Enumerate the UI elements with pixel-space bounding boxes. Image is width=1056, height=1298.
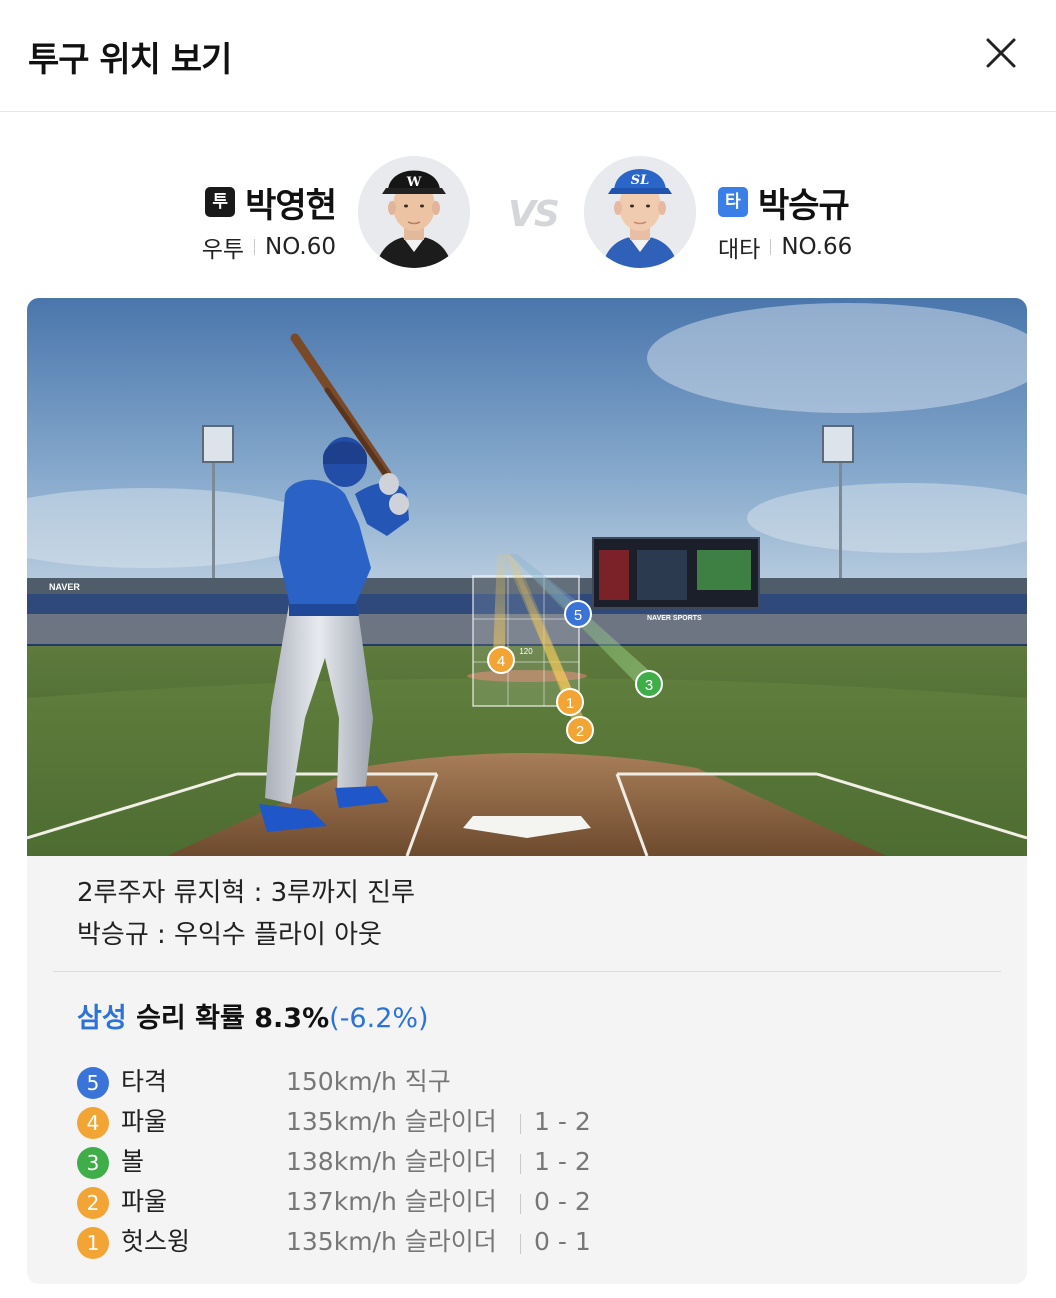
play-description: 2루주자 류지혁 : 3루까지 진루 박승규 : 우익수 플라이 아웃	[77, 872, 415, 956]
win-prob-value: 8.3%	[254, 1003, 330, 1034]
pitch-row[interactable]: 3 볼 138km/h 슬라이더 1 - 2	[77, 1142, 977, 1182]
batter-info: 타 박승규 대타 NO.66	[718, 180, 852, 264]
pitch-result: 파울	[121, 1187, 168, 1216]
pitcher-photo: W	[358, 156, 470, 268]
pitch-number-badge: 5	[77, 1067, 109, 1099]
separator	[520, 1194, 521, 1214]
pitcher-avatar[interactable]: W	[358, 156, 470, 268]
batter-avatar[interactable]: SL	[584, 156, 696, 268]
pitch-location-scene: NAVER NAVER NAVER NAVER NAVER SPORTS 120	[27, 298, 1027, 856]
win-probability: 삼성 승리 확률 8.3%(-6.2%)	[77, 996, 429, 1035]
play-line-runner: 2루주자 류지혁 : 3루까지 진루	[77, 878, 416, 908]
pitch-number-badge: 3	[77, 1147, 109, 1179]
pitcher-cap-logo: W	[406, 175, 422, 190]
pitcher-name[interactable]: 박영현	[245, 178, 337, 227]
modal-header: 투구 위치 보기	[0, 0, 1056, 112]
svg-text:2: 2	[576, 723, 584, 740]
win-prob-team: 삼성	[77, 1003, 127, 1034]
pitcher-number: NO.60	[265, 234, 336, 260]
batter-hand: 대타	[718, 237, 761, 263]
vs-label: VS	[508, 194, 560, 235]
matchup-section: 투 박영현 우투 NO.60 W VS SL 타 박승규 대타 NO.66	[0, 150, 1056, 280]
pitch-speed-type: 137km/h 슬라이더	[286, 1187, 497, 1216]
batter-name[interactable]: 박승규	[758, 178, 850, 227]
pitch-count: 1 - 2	[534, 1147, 591, 1176]
pitch-number-badge: 2	[77, 1187, 109, 1219]
pitch-result: 타격	[121, 1067, 168, 1096]
separator	[520, 1114, 521, 1134]
separator	[254, 239, 256, 255]
batter-photo: SL	[584, 156, 696, 268]
separator	[520, 1234, 521, 1254]
pitch-list: 5 타격 150km/h 직구 4 파울 135km/h 슬라이더 1 - 2 …	[77, 1062, 977, 1262]
close-button[interactable]	[976, 28, 1028, 80]
pitch-speed-type: 150km/h 직구	[286, 1067, 451, 1096]
scoreboard	[592, 537, 760, 609]
ad-board-naver-sports: NAVER SPORTS	[647, 615, 702, 622]
pitch-speed-type: 135km/h 슬라이더	[286, 1227, 497, 1256]
pitch-row[interactable]: 1 헛스윙 135km/h 슬라이더 0 - 1	[77, 1222, 977, 1262]
pitch-marker-4[interactable]: 4	[487, 646, 515, 674]
pitcher-role-badge: 투	[205, 187, 236, 217]
pitch-result: 헛스윙	[121, 1227, 191, 1256]
batter-cap-logo: SL	[631, 173, 650, 188]
divider	[53, 971, 1001, 972]
svg-text:5: 5	[574, 607, 582, 624]
pitch-marker-3[interactable]: 3	[635, 670, 663, 698]
separator	[520, 1154, 521, 1174]
modal-title: 투구 위치 보기	[28, 40, 232, 80]
play-line-batter: 박승규 : 우익수 플라이 아웃	[77, 920, 382, 950]
pitch-detail-card: NAVER NAVER NAVER NAVER NAVER SPORTS 120	[27, 298, 1027, 1284]
win-prob-label: 승리 확률	[136, 1003, 245, 1034]
pitch-count: 0 - 1	[534, 1227, 591, 1256]
pitch-speed-type: 138km/h 슬라이더	[286, 1147, 497, 1176]
pitch-row[interactable]: 2 파울 137km/h 슬라이더 0 - 2	[77, 1182, 977, 1222]
pitch-marker-2[interactable]: 2	[566, 716, 594, 744]
pitch-row[interactable]: 4 파울 135km/h 슬라이더 1 - 2	[77, 1102, 977, 1142]
pitch-result: 파울	[121, 1107, 168, 1136]
close-icon[interactable]	[976, 28, 1028, 80]
batter-role-badge: 타	[718, 187, 748, 217]
pitch-marker-1[interactable]: 1	[556, 688, 584, 716]
win-prob-change: (-6.2%)	[329, 1003, 429, 1034]
pitcher-info: 투 박영현 우투 NO.60	[201, 178, 337, 264]
pitcher-hand: 우투	[201, 237, 245, 263]
zone-label: 120	[519, 647, 533, 656]
pitch-count: 1 - 2	[534, 1107, 591, 1136]
ad-board-naver: NAVER	[49, 582, 80, 592]
svg-text:4: 4	[497, 653, 505, 670]
pitch-result: 볼	[121, 1147, 145, 1176]
pitch-count: 0 - 2	[534, 1187, 591, 1216]
svg-text:3: 3	[645, 677, 653, 694]
pitch-speed-type: 135km/h 슬라이더	[286, 1107, 497, 1136]
pitch-number-badge: 1	[77, 1227, 109, 1259]
svg-text:1: 1	[566, 695, 574, 712]
pitch-row[interactable]: 5 타격 150km/h 직구	[77, 1062, 977, 1102]
pitch-marker-5[interactable]: 5	[564, 600, 592, 628]
separator	[770, 239, 772, 255]
batter-number: NO.66	[781, 234, 853, 260]
pitch-number-badge: 4	[77, 1107, 109, 1139]
